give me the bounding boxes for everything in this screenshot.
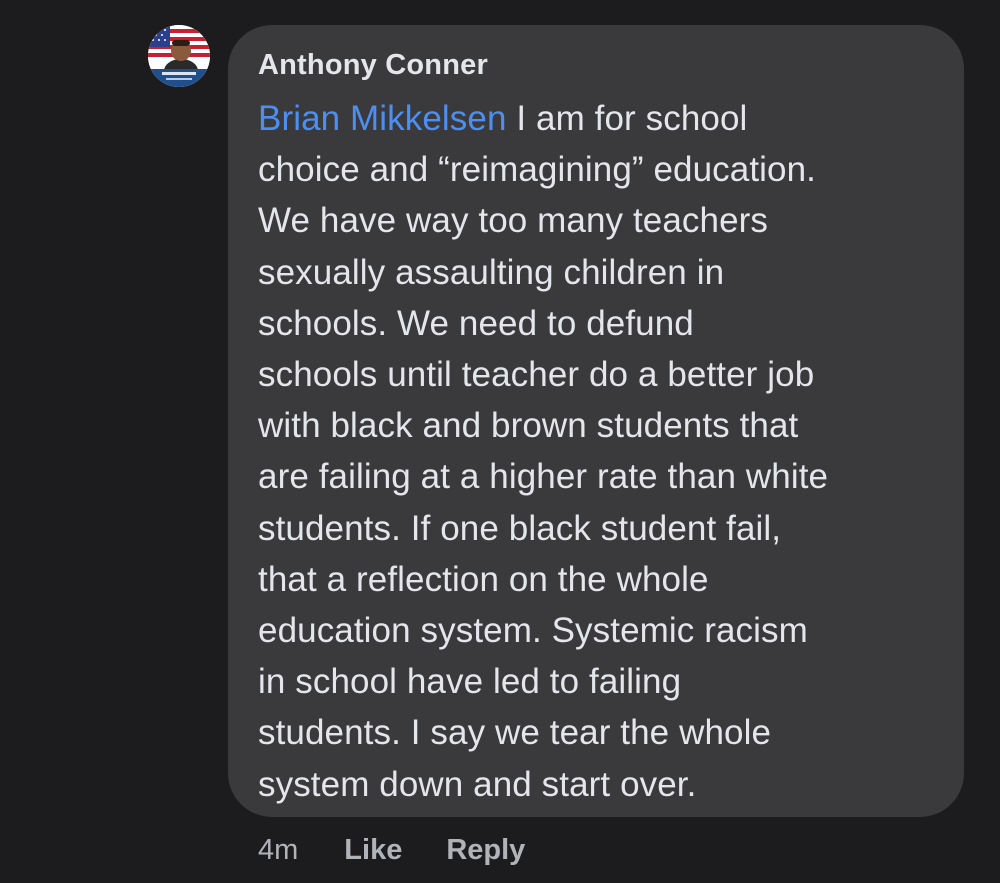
mention-link[interactable]: Brian Mikkelsen bbox=[258, 99, 507, 138]
comment-body: Brian Mikkelsen I am for school choice a… bbox=[258, 93, 938, 810]
comment-text-line: are failing at a higher rate than white bbox=[258, 457, 829, 497]
author-avatar[interactable] bbox=[148, 25, 210, 87]
comment-text-line: I am for school bbox=[506, 99, 748, 138]
comment-text-line: with black and brown students that bbox=[258, 406, 799, 446]
comment-text-line: schools until teacher do a better job bbox=[258, 355, 815, 395]
comment-text-line: students. If one black student fail, bbox=[258, 508, 782, 548]
comment-text-line: in school have led to failing bbox=[258, 662, 682, 702]
comment-text-line: sexually assaulting children in bbox=[258, 252, 725, 292]
comment-bubble: Anthony Conner Brian Mikkelsen I am for … bbox=[228, 25, 964, 817]
comment-text-line: students. I say we tear the whole bbox=[258, 713, 772, 753]
comment-thread: Anthony Conner Brian Mikkelsen I am for … bbox=[0, 0, 1000, 883]
avatar-image bbox=[148, 25, 210, 87]
like-button[interactable]: Like bbox=[344, 834, 402, 867]
comment-text-line: choice and “reimagining” education. bbox=[258, 150, 816, 190]
comment-timestamp[interactable]: 4m bbox=[258, 834, 298, 867]
reply-button[interactable]: Reply bbox=[446, 834, 525, 867]
comment-text-line: We have way too many teachers bbox=[258, 201, 769, 241]
comment-text-line: system down and start over. bbox=[258, 764, 697, 804]
comment-text-line: that a reflection on the whole bbox=[258, 559, 709, 599]
comment-author-name[interactable]: Anthony Conner bbox=[258, 45, 938, 85]
comment-text-line: education system. Systemic racism bbox=[258, 611, 808, 651]
comment-actions: 4m Like Reply bbox=[258, 828, 525, 872]
comment-text-line: schools. We need to defund bbox=[258, 303, 694, 343]
